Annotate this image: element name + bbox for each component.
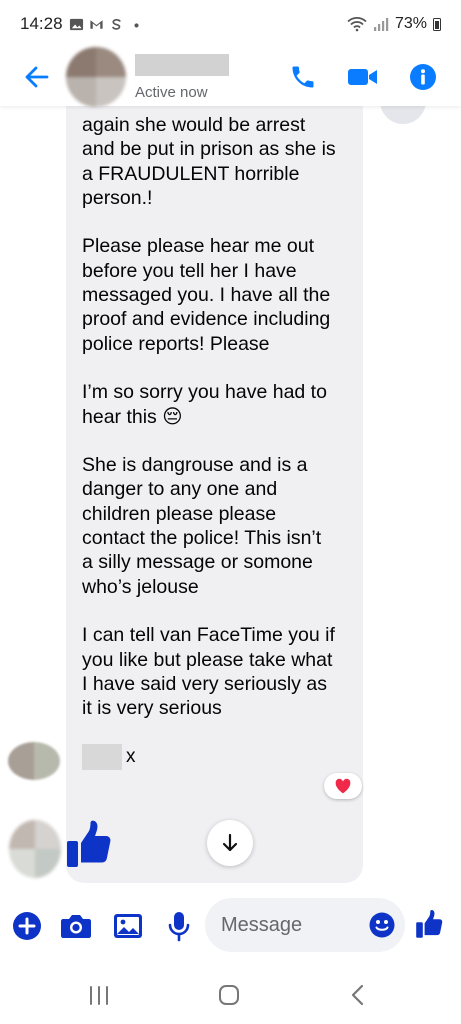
camera-icon — [61, 915, 91, 938]
recent-apps-icon — [90, 986, 108, 1005]
conversation-info-button[interactable] — [407, 61, 439, 93]
message-reaction[interactable] — [324, 773, 362, 799]
sender-avatar-latest[interactable] — [9, 820, 61, 878]
contact-info[interactable]: Active now — [135, 53, 229, 101]
thumbs-up-icon — [67, 820, 111, 867]
battery-percent: 73% — [394, 15, 427, 32]
add-icon — [13, 912, 41, 940]
message-thread[interactable]: again she would be arrest and be put in … — [0, 106, 461, 892]
microphone-icon — [168, 912, 190, 942]
signal-icon — [373, 18, 389, 31]
sent-thumbs-up[interactable] — [66, 819, 114, 869]
info-icon — [410, 64, 436, 90]
status-bar: 14:28 73% — [0, 0, 461, 48]
gallery-icon — [69, 18, 83, 30]
image-icon — [114, 914, 142, 938]
sender-avatar[interactable] — [8, 742, 60, 780]
message-composer — [0, 896, 461, 956]
message-input[interactable] — [221, 913, 361, 937]
system-navigation-bar — [0, 966, 461, 1024]
more-actions-button[interactable] — [11, 910, 43, 942]
back-nav-icon — [351, 984, 364, 1006]
voice-message-button[interactable] — [163, 910, 195, 942]
heart-icon — [335, 778, 351, 794]
thumbs-up-icon — [416, 909, 443, 938]
arrow-down-icon — [222, 833, 238, 852]
gallery-button[interactable] — [112, 910, 144, 942]
wifi-icon — [347, 17, 367, 32]
signature-redacted — [82, 744, 122, 770]
video-camera-icon — [348, 69, 377, 85]
back-button[interactable] — [20, 60, 54, 94]
active-status: Active now — [135, 83, 208, 101]
video-call-button[interactable] — [347, 61, 379, 93]
message-signature: x — [82, 744, 136, 770]
home-button[interactable] — [214, 981, 244, 1009]
conversation-header: Active now — [0, 47, 461, 107]
audio-call-button[interactable] — [287, 61, 319, 93]
contact-avatar[interactable] — [66, 47, 126, 107]
read-receipt-avatar — [380, 106, 426, 124]
scroll-to-bottom-button[interactable] — [207, 820, 253, 866]
back-nav-button[interactable] — [343, 981, 373, 1009]
battery-icon — [433, 17, 441, 31]
emoji-icon — [369, 912, 395, 938]
status-time: 14:28 — [20, 14, 63, 33]
send-like-button[interactable] — [414, 908, 446, 940]
message-text: again she would be arrest and be put in … — [82, 114, 336, 720]
back-arrow-icon — [25, 66, 49, 88]
emoji-button[interactable] — [369, 912, 395, 938]
home-icon — [219, 985, 239, 1005]
signature-text: x — [126, 746, 136, 767]
skype-icon — [111, 18, 121, 30]
dot-icon — [133, 22, 139, 27]
recent-apps-button[interactable] — [84, 981, 114, 1009]
camera-button[interactable] — [60, 910, 92, 942]
gmail-icon — [89, 19, 103, 29]
phone-icon — [292, 66, 314, 88]
contact-name-redacted — [135, 53, 229, 76]
message-input-container[interactable] — [205, 898, 405, 952]
